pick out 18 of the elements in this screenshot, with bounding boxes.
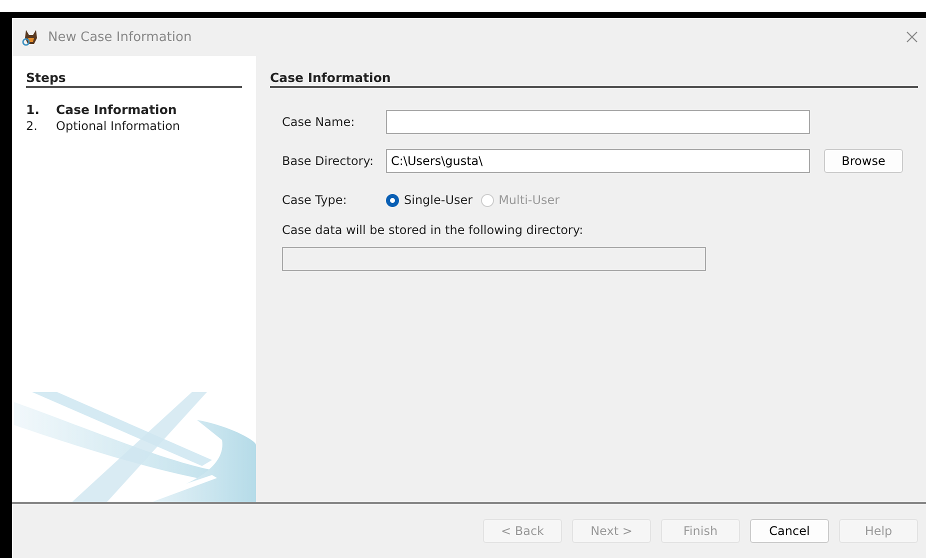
panel-heading: Case Information: [270, 70, 918, 88]
storage-directory-field[interactable]: [282, 247, 706, 271]
step-item: 2. Optional Information: [26, 118, 182, 134]
base-directory-field[interactable]: C:\Users\gusta\: [386, 149, 810, 173]
steps-heading: Steps: [26, 70, 242, 88]
radio-label: Multi-User: [498, 193, 560, 207]
field-label: Case Type:: [282, 193, 348, 207]
storage-label: Case data will be stored in the following directory:: [281, 223, 584, 237]
wizard-button[interactable]: Cancel: [750, 519, 829, 543]
window-title: New Case Information: [48, 30, 193, 44]
step-item: 1. Case Information: [26, 102, 178, 118]
case-name-field[interactable]: [386, 110, 810, 134]
radio-label: Single-User: [404, 193, 473, 207]
field-label: Base Directory:: [282, 154, 375, 168]
field-label: Case Name:: [282, 115, 356, 129]
close-icon[interactable]: [906, 31, 918, 43]
radio-button[interactable]: [386, 194, 399, 206]
browse-button[interactable]: Browse: [824, 149, 903, 173]
